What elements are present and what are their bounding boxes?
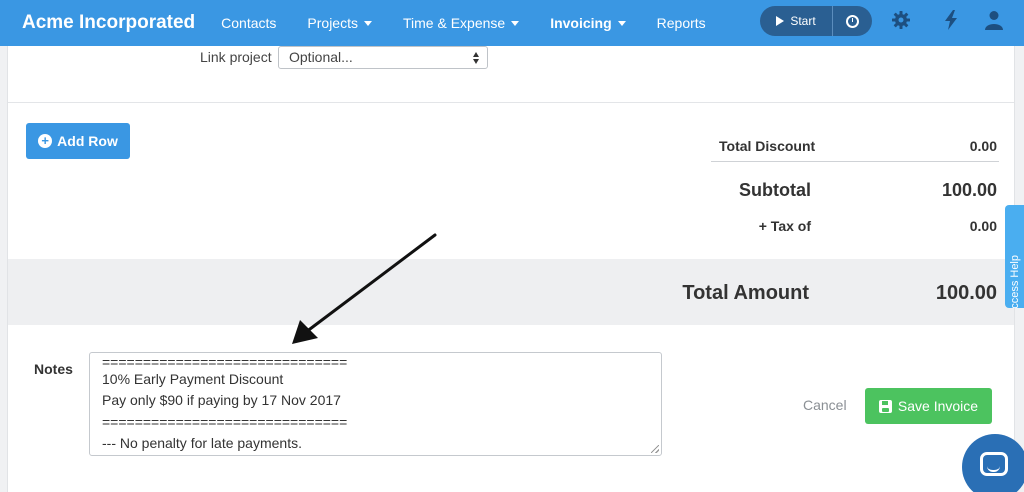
chat-launcher-button[interactable] [962, 434, 1024, 492]
save-invoice-label: Save Invoice [897, 398, 979, 414]
add-row-label: Add Row [57, 133, 118, 149]
nav-time-expense[interactable]: Time & Expense [402, 15, 520, 31]
help-tab[interactable]: Access Help [1005, 205, 1024, 308]
select-arrows-icon [473, 52, 481, 64]
total-discount-label: Total Discount [719, 138, 816, 154]
tax-label: + Tax of [758, 218, 811, 234]
section-divider [8, 102, 1014, 103]
gear-icon[interactable] [891, 10, 911, 30]
nav-projects[interactable]: Projects [307, 15, 372, 31]
add-row-button[interactable]: + Add Row [26, 123, 130, 159]
nav-time-expense-label: Time & Expense [402, 15, 506, 31]
floppy-disk-icon [878, 399, 892, 413]
caret-down-icon [363, 20, 372, 26]
play-icon [776, 16, 785, 26]
timer-log-button[interactable] [833, 14, 872, 28]
bolt-icon[interactable] [944, 10, 958, 30]
link-project-label: Link project [200, 49, 272, 65]
timer-start-button[interactable]: Start [760, 6, 833, 36]
nav-contacts-label: Contacts [221, 15, 277, 31]
resize-handle-icon[interactable] [651, 445, 659, 453]
nav-contacts[interactable]: Contacts [221, 15, 276, 31]
link-project-select[interactable]: Optional... [278, 46, 488, 69]
notes-line: 10% Early Payment Discount [102, 371, 284, 387]
notes-textarea[interactable]: ============================== 10% Early… [89, 352, 662, 456]
nav-invoicing-label: Invoicing [550, 15, 612, 31]
caret-down-icon [617, 20, 626, 26]
tax-value: 0.00 [969, 218, 997, 234]
clock-icon [846, 14, 859, 28]
notes-line: Pay only $90 if paying by 17 Nov 2017 [102, 392, 341, 408]
nav-reports-label: Reports [656, 15, 706, 31]
total-amount-value: 100.00 [935, 282, 997, 304]
top-navbar: Acme Incorporated Contacts Projects Time… [0, 0, 1024, 46]
help-tab-label: Access Help [1009, 255, 1021, 308]
subtotal-label: Subtotal [739, 180, 811, 200]
notes-line: ============================== [102, 354, 348, 370]
user-icon[interactable] [985, 10, 1003, 30]
chat-bubble-icon [980, 452, 1008, 476]
invoice-form-card: Link project Optional... + Add Row Total… [7, 46, 1015, 492]
cancel-button[interactable]: Cancel [803, 397, 847, 413]
notes-line: --- No penalty for late payments. [102, 435, 302, 451]
timer-start-label: Start [790, 14, 816, 28]
totals-divider [711, 161, 999, 162]
total-discount-value: 0.00 [969, 138, 997, 154]
nav-invoicing[interactable]: Invoicing [550, 15, 626, 31]
caret-down-icon [511, 20, 520, 26]
brand-name[interactable]: Acme Incorporated [22, 12, 195, 34]
nav-projects-label: Projects [307, 15, 358, 31]
nav-reports[interactable]: Reports [657, 15, 706, 31]
subtotal-value: 100.00 [941, 180, 997, 200]
link-project-value: Optional... [289, 49, 353, 65]
timer-control: Start [760, 6, 872, 36]
total-amount-label: Total Amount [682, 282, 809, 304]
notes-label: Notes [34, 361, 73, 377]
notes-line: ============================== [102, 414, 348, 430]
total-amount-band [8, 259, 1014, 325]
save-invoice-button[interactable]: Save Invoice [865, 388, 992, 424]
plus-circle-icon: + [38, 134, 53, 148]
